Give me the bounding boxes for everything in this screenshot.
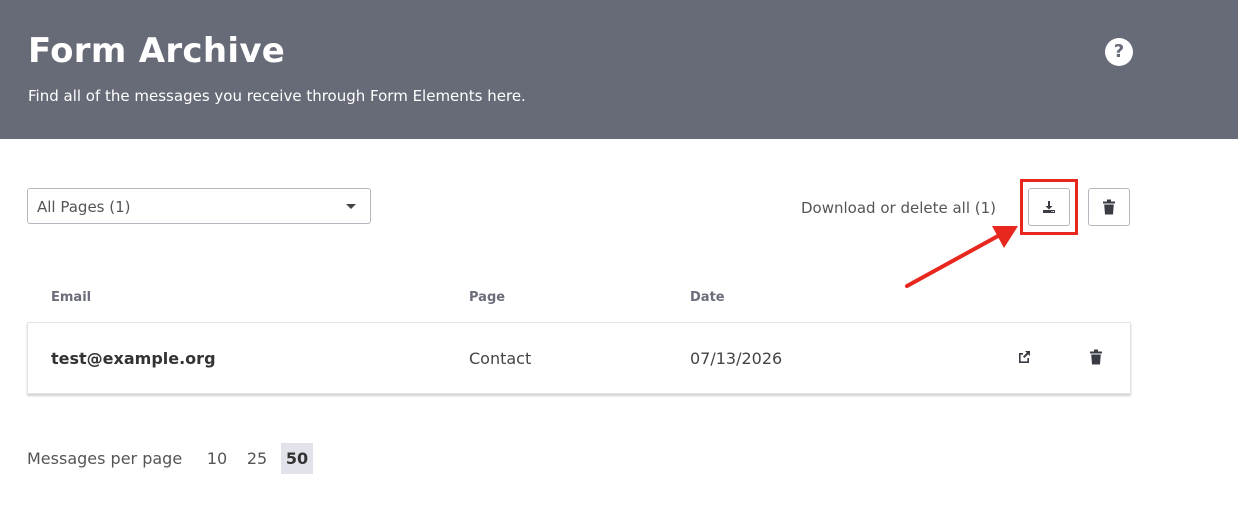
download-icon — [1043, 201, 1055, 213]
row-date: 07/13/2026 — [690, 349, 783, 368]
column-header-email: Email — [51, 290, 92, 305]
column-header-date: Date — [690, 290, 725, 305]
delete-all-button[interactable] — [1088, 188, 1130, 226]
bulk-actions-label: Download or delete all (1) — [801, 199, 997, 217]
table-row[interactable]: test@example.org Contact 07/13/2026 — [27, 322, 1131, 394]
row-email: test@example.org — [51, 349, 216, 368]
trash-icon — [1103, 199, 1115, 215]
row-page: Contact — [469, 349, 532, 368]
page-subtitle: Find all of the messages you receive thr… — [28, 87, 526, 105]
open-message-button[interactable] — [1012, 345, 1036, 369]
external-link-icon — [1019, 351, 1030, 363]
messages-per-page-label: Messages per page — [27, 449, 183, 468]
trash-icon — [1090, 349, 1102, 365]
help-icon[interactable]: ? — [1105, 38, 1133, 66]
page-filter-value: All Pages (1) — [37, 198, 131, 216]
page-header: Form Archive Find all of the messages yo… — [0, 0, 1238, 139]
download-all-button[interactable] — [1028, 188, 1070, 226]
page-filter-select[interactable]: All Pages (1) — [27, 188, 371, 224]
per-page-option-25[interactable]: 25 — [243, 443, 271, 474]
per-page-option-10[interactable]: 10 — [203, 443, 231, 474]
per-page-option-50[interactable]: 50 — [281, 443, 313, 474]
chevron-down-icon — [346, 204, 356, 209]
column-header-page: Page — [469, 290, 506, 305]
annotation-arrow — [905, 226, 1018, 288]
page-title: Form Archive — [28, 31, 286, 71]
delete-message-button[interactable] — [1084, 345, 1108, 369]
